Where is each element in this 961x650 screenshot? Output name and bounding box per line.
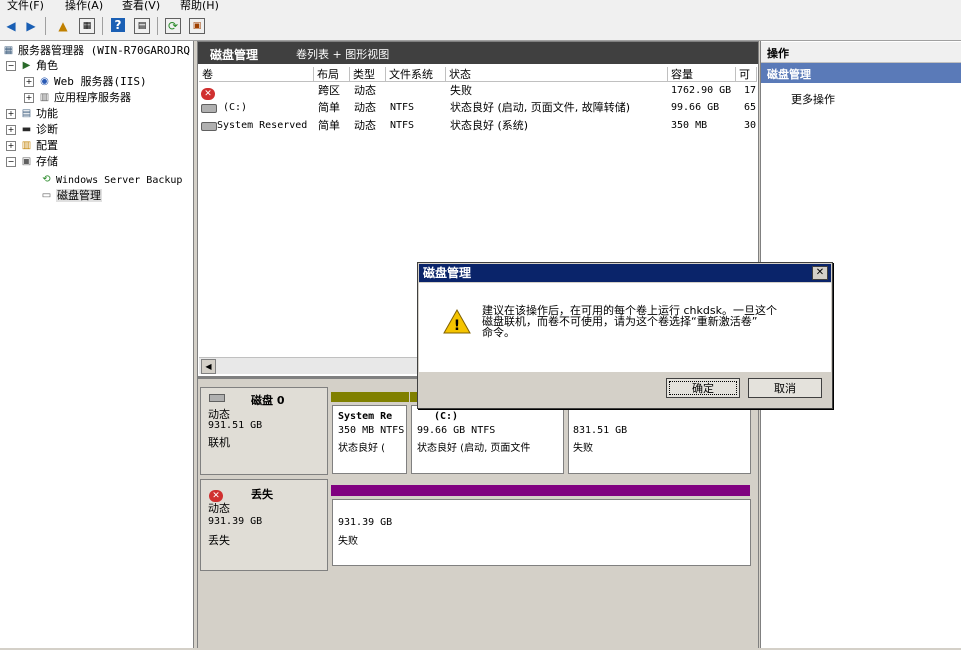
partition-missing[interactable]: 931.39 GB 失败	[332, 499, 751, 566]
partition-c[interactable]: (C:) 99.66 GB NTFS 状态良好 (启动, 页面文件	[411, 405, 564, 474]
collapse-icon[interactable]: −	[6, 61, 16, 71]
message-dialog: 磁盘管理 ✕ ! 建议在该操作后，在可用的每个卷上运行 chkdsk。一旦这个 …	[417, 262, 833, 409]
partition-system-reserved[interactable]: System Re 350 MB NTFS 状态良好 (	[332, 405, 407, 474]
forward-icon[interactable]: ▶	[23, 18, 39, 34]
warning-icon: !	[443, 308, 471, 337]
col-type[interactable]: 类型	[350, 67, 386, 82]
partition-bar	[331, 485, 750, 496]
tree-server-manager[interactable]: ▦ 服务器管理器 (WIN-R70GAROJRQ	[2, 43, 190, 58]
disk-icon[interactable]: ▣	[189, 18, 205, 34]
col-status[interactable]: 状态	[446, 67, 668, 82]
close-icon[interactable]: ✕	[812, 266, 828, 280]
app-server-icon: ▥	[39, 92, 50, 103]
disk-0-info[interactable]: 磁盘 0 动态 931.51 GB 联机	[200, 387, 328, 475]
disk-missing-info[interactable]: ✕ 丢失 动态 931.39 GB 丢失	[200, 479, 328, 571]
menu-help[interactable]: 帮助(H)	[180, 0, 219, 13]
server-icon: ▦	[3, 45, 14, 56]
table-row[interactable]: (C:) 简单 动态 NTFS 状态良好 (启动, 页面文件, 故障转储) 99…	[199, 100, 757, 116]
dialog-body: ! 建议在该操作后，在可用的每个卷上运行 chkdsk。一旦这个 磁盘联机，而卷…	[419, 283, 831, 372]
diagnostics-icon: ▬	[21, 124, 32, 135]
roles-icon: ▶	[22, 60, 31, 71]
expand-icon[interactable]: +	[6, 109, 16, 119]
expand-icon[interactable]: +	[6, 141, 16, 151]
features-icon: ▤	[21, 108, 32, 119]
dialog-message: 建议在该操作后，在可用的每个卷上运行 chkdsk。一旦这个 磁盘联机，而卷不可…	[482, 304, 777, 339]
menu-bar: 文件(F) 操作(A) 查看(V) 帮助(H)	[0, 0, 961, 13]
failed-volume-icon: ✕	[201, 85, 215, 101]
tree-storage[interactable]: − ▣ 存储	[6, 154, 58, 169]
col-free[interactable]: 可	[736, 67, 757, 82]
help-icon[interactable]: ?	[111, 18, 125, 32]
cancel-button[interactable]: 取消	[748, 378, 822, 398]
tree-windows-server-backup[interactable]: ⟲ Windows Server Backup	[40, 172, 182, 187]
col-capacity[interactable]: 容量	[668, 67, 736, 82]
center-view-label: 卷列表 + 图形视图	[296, 48, 390, 61]
toolbar: ◀ ▶ ▲ ▦ ? ▤ ⟳ ▣	[0, 13, 961, 41]
expand-icon[interactable]: +	[24, 93, 34, 103]
storage-icon: ▣	[21, 156, 32, 167]
tree-roles[interactable]: − ▶ 角色	[6, 58, 58, 73]
tree-web-server[interactable]: + ◉ Web 服务器(IIS)	[24, 74, 147, 89]
ok-button[interactable]: 确定	[666, 378, 740, 398]
disk-graphical-view: 磁盘 0 动态 931.51 GB 联机 System Re 350 MB NT…	[198, 376, 758, 650]
collapse-icon[interactable]: −	[6, 157, 16, 167]
svg-text:!: !	[454, 318, 460, 334]
dialog-title: 磁盘管理	[423, 266, 472, 280]
dialog-title-bar: 磁盘管理 ✕	[419, 264, 831, 282]
actions-section[interactable]: 磁盘管理	[761, 63, 961, 83]
partition-failed[interactable]: 831.51 GB 失败	[568, 405, 751, 474]
up-folder-icon[interactable]: ▲	[55, 18, 71, 34]
volume-icon	[201, 100, 217, 116]
disk-icon	[209, 394, 225, 402]
back-icon[interactable]: ◀	[3, 18, 19, 34]
more-actions-link[interactable]: 更多操作	[791, 91, 835, 107]
actions-header: 操作	[767, 47, 789, 60]
tree-disk-management[interactable]: ▭ 磁盘管理	[40, 188, 102, 203]
configuration-icon: ▥	[21, 140, 32, 151]
partition-bar	[331, 392, 409, 402]
expand-icon[interactable]: +	[24, 77, 34, 87]
menu-view[interactable]: 查看(V)	[122, 0, 160, 13]
col-filesystem[interactable]: 文件系统	[386, 67, 446, 82]
refresh-icon[interactable]: ⟳	[165, 18, 181, 34]
col-layout[interactable]: 布局	[314, 67, 350, 82]
tree-configuration[interactable]: + ▥ 配置	[6, 138, 58, 153]
tree-features[interactable]: + ▤ 功能	[6, 106, 58, 121]
show-tree-icon[interactable]: ▦	[79, 18, 95, 34]
table-row[interactable]: ✕ 跨区 动态 失败 1762.90 GB 17	[199, 83, 757, 101]
menu-file[interactable]: 文件(F)	[7, 0, 44, 13]
globe-icon: ◉	[40, 76, 49, 87]
center-header: 磁盘管理 卷列表 + 图形视图	[198, 42, 758, 64]
backup-icon: ⟲	[42, 174, 51, 185]
tree-app-server[interactable]: + ▥ 应用程序服务器	[24, 90, 131, 105]
disk-management-icon: ▭	[41, 190, 52, 201]
table-row[interactable]: System Reserved 简单 动态 NTFS 状态良好 (系统) 350…	[199, 118, 757, 134]
tree-diagnostics[interactable]: + ▬ 诊断	[6, 122, 58, 137]
expand-icon[interactable]: +	[6, 125, 16, 135]
properties-icon[interactable]: ▤	[134, 18, 150, 34]
navigation-tree: ▦ 服务器管理器 (WIN-R70GAROJRQ − ▶ 角色 + ◉ Web 服务器(I…	[0, 41, 194, 648]
col-volume[interactable]: 卷	[199, 67, 314, 82]
scroll-left-icon[interactable]: ◀	[201, 359, 216, 374]
center-title: 磁盘管理	[210, 48, 259, 62]
volume-icon	[201, 118, 217, 134]
menu-action[interactable]: 操作(A)	[65, 0, 103, 13]
